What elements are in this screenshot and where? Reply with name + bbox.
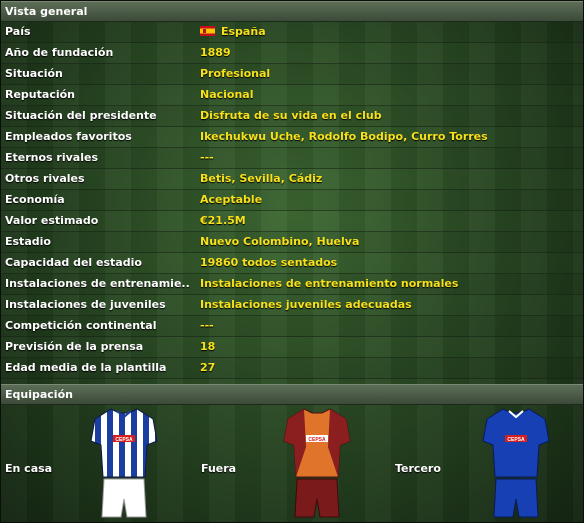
overview-header: Vista general <box>1 1 583 22</box>
row-favoured-personnel: Empleados favoritos Ikechukwu Uche, Rodo… <box>1 127 583 148</box>
row-label: Situación <box>5 67 63 80</box>
row-value: Profesional <box>200 67 271 80</box>
row-value: --- <box>200 151 214 164</box>
sponsor-text: CEPSA <box>115 437 133 443</box>
overview-rows: País España Año de fundación 1889 Situac… <box>1 22 583 400</box>
row-label: Instalaciones de juveniles <box>5 298 166 311</box>
sponsor-text: CEPSA <box>308 437 326 443</box>
row-media-prediction: Previsión de la prensa 18 <box>1 337 583 358</box>
row-stadium: Estadio Nuevo Colombino, Huelva <box>1 232 583 253</box>
row-training-facilities: Instalaciones de entrenamie.. Instalacio… <box>1 274 583 295</box>
row-value: Instalaciones de entrenamiento normales <box>200 277 459 290</box>
away-kit-icon: CEPSA <box>283 408 351 518</box>
row-country: País España <box>1 22 583 43</box>
home-kit-label: En casa <box>5 462 53 475</box>
row-value[interactable]: Betis, Sevilla, Cádiz <box>200 169 322 189</box>
row-label: Valor estimado <box>5 214 99 227</box>
row-chairman-status: Situación del presidente Disfruta de su … <box>1 106 583 127</box>
row-estimated-value: Valor estimado €21.5M <box>1 211 583 232</box>
row-label: Empleados favoritos <box>5 130 132 143</box>
third-kit-label: Tercero <box>395 462 441 475</box>
row-value: Nacional <box>200 88 254 101</box>
row-label: Estadio <box>5 235 51 248</box>
home-kit: CEPSA <box>89 407 159 521</box>
row-label: Previsión de la prensa <box>5 340 144 353</box>
spain-flag-icon <box>200 26 215 36</box>
kits-area: En casa CEPSA Fuera CEPSA Tercero CEPSA <box>1 405 583 523</box>
away-kit: CEPSA <box>282 407 352 521</box>
row-status: Situación Profesional <box>1 64 583 85</box>
row-value: 27 <box>200 361 216 374</box>
row-value: €21.5M <box>200 214 246 227</box>
row-label: Reputación <box>5 88 75 101</box>
sponsor-text: CEPSA <box>507 437 525 443</box>
row-value: Instalaciones juveniles adecuadas <box>200 298 412 311</box>
row-value: --- <box>200 319 214 332</box>
row-founded: Año de fundación 1889 <box>1 43 583 64</box>
row-reputation: Reputación Nacional <box>1 85 583 106</box>
row-value[interactable]: Ikechukwu Uche, Rodolfo Bodipo, Curro To… <box>200 127 488 147</box>
row-value: 18 <box>200 340 216 353</box>
row-value: 19860 todos sentados <box>200 256 338 269</box>
row-label: Año de fundación <box>5 46 114 59</box>
third-kit-icon: CEPSA <box>482 408 550 518</box>
row-value: Aceptable <box>200 193 263 206</box>
row-label: Edad media de la plantilla <box>5 361 167 374</box>
row-label: Situación del presidente <box>5 109 157 122</box>
row-other-rivals: Otros rivales Betis, Sevilla, Cádiz <box>1 169 583 190</box>
row-label: Otros rivales <box>5 172 85 185</box>
row-label: Eternos rivales <box>5 151 98 164</box>
row-continental-competition: Competición continental --- <box>1 316 583 337</box>
home-kit-icon: CEPSA <box>90 408 158 518</box>
row-value[interactable]: Nuevo Colombino, Huelva <box>200 232 359 252</box>
row-value: Disfruta de su vida en el club <box>200 109 382 122</box>
country-name[interactable]: España <box>221 25 266 38</box>
row-label: Competición continental <box>5 319 157 332</box>
row-eternal-rivals: Eternos rivales --- <box>1 148 583 169</box>
row-average-age: Edad media de la plantilla 27 <box>1 358 583 379</box>
row-youth-facilities: Instalaciones de juveniles Instalaciones… <box>1 295 583 316</box>
kits-header: Equipación <box>1 384 583 405</box>
row-value[interactable]: España <box>200 22 266 42</box>
row-finances: Economía Aceptable <box>1 190 583 211</box>
row-label: Capacidad del estadio <box>5 256 142 269</box>
row-value: 1889 <box>200 46 231 59</box>
row-label: Economía <box>5 193 65 206</box>
row-label: País <box>5 25 31 38</box>
third-kit: CEPSA <box>481 407 551 521</box>
away-kit-label: Fuera <box>201 462 237 475</box>
row-stadium-capacity: Capacidad del estadio 19860 todos sentad… <box>1 253 583 274</box>
kits-section: Equipación En casa CEPSA Fuera CEPSA Ter… <box>1 384 583 522</box>
row-label: Instalaciones de entrenamie.. <box>5 277 190 290</box>
club-overview-panel: Vista general País España Año de fundaci… <box>0 0 584 523</box>
